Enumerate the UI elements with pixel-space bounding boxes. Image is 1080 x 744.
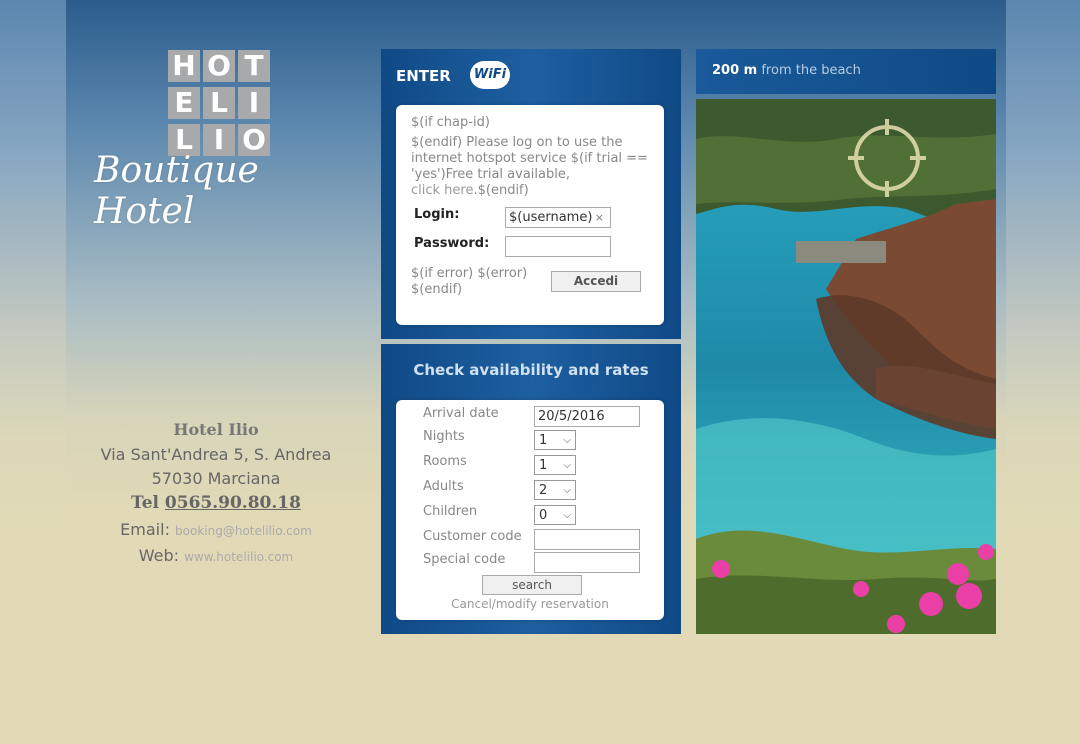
hotspot-message: $(if chap-id) $(endif) Please log on to … — [411, 115, 656, 199]
email-row: Email: booking@hotelilio.com — [66, 520, 366, 539]
accedi-button[interactable]: Accedi — [551, 271, 641, 292]
username-input[interactable]: $(username) × — [505, 207, 611, 228]
clear-icon[interactable]: × — [595, 208, 604, 227]
template-end: .$(endif) — [473, 183, 529, 198]
special-code-input[interactable] — [534, 552, 640, 573]
login-card: $(if chap-id) $(endif) Please log on to … — [396, 105, 664, 325]
email-label: Email: — [120, 520, 170, 539]
beach-photo — [696, 99, 996, 634]
username-value: $(username) — [509, 210, 593, 225]
tel-link[interactable]: 0565.90.80.18 — [165, 493, 301, 513]
arrival-value: 20/5/2016 — [538, 409, 605, 424]
template-message: $(endif) Please log on to use the intern… — [411, 135, 648, 182]
beach-distance: 200 m — [712, 63, 758, 78]
password-input[interactable] — [505, 236, 611, 257]
beach-distance-banner: 200 m from the beach — [696, 49, 996, 94]
logo-tile: H — [168, 50, 200, 82]
beach-distance-text: 200 m from the beach — [712, 63, 861, 78]
adults-label: Adults — [423, 479, 464, 494]
adults-select[interactable]: 2 ⌵ — [534, 480, 576, 500]
nights-label: Nights — [423, 429, 465, 444]
rooms-value: 1 — [539, 458, 548, 473]
address-block: Hotel Ilio Via Sant'Andrea 5, S. Andrea … — [66, 420, 366, 565]
hotel-name: Hotel Ilio — [173, 420, 259, 439]
enter-header: ENTER — [396, 67, 451, 85]
telephone: Tel 0565.90.80.18 — [66, 493, 366, 513]
background-right — [1006, 0, 1080, 744]
cancel-reservation-link[interactable]: Cancel/modify reservation — [396, 597, 664, 611]
logo-script: Boutique Hotel — [94, 150, 259, 232]
web-link[interactable]: www.hotelilio.com — [184, 550, 293, 564]
chevron-down-icon: ⌵ — [563, 460, 571, 471]
adults-value: 2 — [539, 483, 548, 498]
children-label: Children — [423, 504, 478, 519]
beach-photo-illustration — [696, 99, 996, 634]
rooms-select[interactable]: 1 ⌵ — [534, 455, 576, 475]
error-text: $(if error) $(error) $(endif) — [411, 266, 528, 297]
availability-panel: Check availability and rates Arrival dat… — [381, 344, 681, 634]
beach-suffix: from the beach — [761, 63, 861, 78]
rooms-label: Rooms — [423, 454, 467, 469]
logo-tile: L — [203, 87, 235, 119]
customer-code-input[interactable] — [534, 529, 640, 550]
search-button[interactable]: search — [482, 575, 582, 595]
city: 57030 Marciana — [151, 469, 281, 488]
login-label: Login: — [414, 207, 460, 222]
availability-title: Check availability and rates — [413, 361, 649, 379]
click-here-link[interactable]: click here — [411, 183, 473, 198]
web-row: Web: www.hotelilio.com — [66, 546, 366, 565]
chevron-down-icon: ⌵ — [563, 435, 571, 446]
wifi-icon: WiFi — [470, 61, 510, 89]
logo-tile: O — [203, 50, 235, 82]
logo-tile: T — [238, 50, 270, 82]
chevron-down-icon: ⌵ — [563, 485, 571, 496]
tel-label: Tel — [131, 493, 159, 513]
children-value: 0 — [539, 508, 548, 523]
logo-tile: I — [238, 87, 270, 119]
special-code-label: Special code — [423, 552, 506, 567]
password-label: Password: — [414, 236, 490, 251]
availability-card: Arrival date 20/5/2016 Nights 1 ⌵ Rooms 1… — [396, 400, 664, 620]
login-panel: ENTER WiFi $(if chap-id) $(endif) Please… — [381, 49, 681, 339]
web-label: Web: — [138, 546, 180, 565]
nights-value: 1 — [539, 433, 548, 448]
template-line: $(if chap-id) — [411, 115, 490, 130]
click-here-row: click here.$(endif) — [411, 183, 656, 199]
nights-select[interactable]: 1 ⌵ — [534, 430, 576, 450]
logo-tile: E — [168, 87, 200, 119]
email-link[interactable]: booking@hotelilio.com — [175, 524, 312, 538]
customer-code-label: Customer code — [423, 529, 522, 544]
chevron-down-icon: ⌵ — [563, 510, 571, 521]
background-left — [0, 0, 66, 744]
children-select[interactable]: 0 ⌵ — [534, 505, 576, 525]
arrival-label: Arrival date — [423, 406, 499, 421]
arrival-date-input[interactable]: 20/5/2016 — [534, 406, 640, 427]
street: Via Sant'Andrea 5, S. Andrea — [100, 445, 332, 464]
